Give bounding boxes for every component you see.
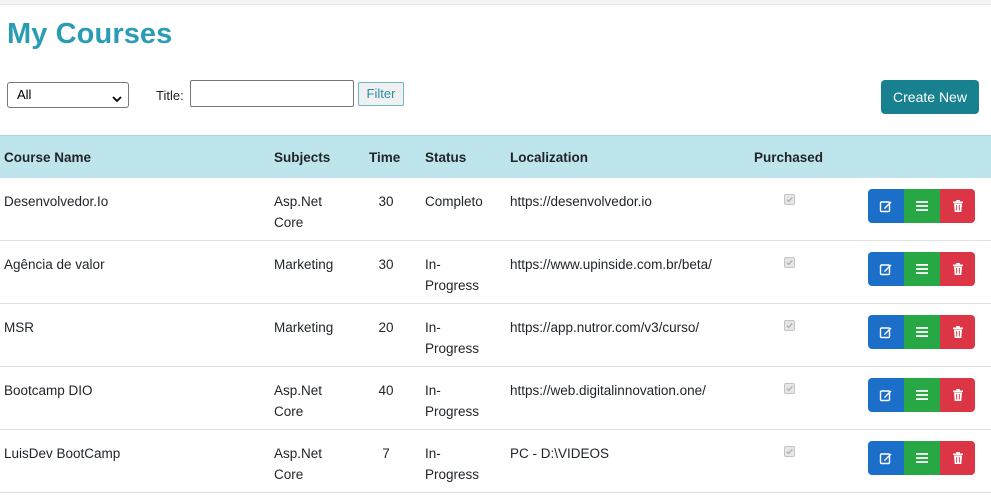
row-actions xyxy=(868,441,975,475)
course-subject: Asp.Net Core xyxy=(274,194,323,230)
edit-icon xyxy=(879,327,892,339)
list-icon xyxy=(916,453,928,463)
course-name: Bootcamp DIO xyxy=(4,383,93,398)
course-subject: Marketing xyxy=(274,320,334,335)
course-subject: Asp.Net Core xyxy=(274,383,323,419)
trash-icon xyxy=(952,326,963,338)
table-body: Desenvolvedor.Io Asp.Net Core 30 Completo… xyxy=(0,178,991,493)
course-status: In- Progress xyxy=(425,257,480,293)
course-localization: https://www.upinside.com.br/beta/ xyxy=(510,257,712,272)
course-localization: https://web.digitalinnovation.one/ xyxy=(510,383,706,398)
table-row: Agência de valor Marketing 30 In- Progres… xyxy=(0,241,991,304)
edit-button[interactable] xyxy=(868,378,904,412)
course-subject: Asp.Net Core xyxy=(274,446,323,482)
edit-button[interactable] xyxy=(868,252,904,286)
edit-icon xyxy=(879,264,892,276)
courses-table: Course Name Subjects Time Status Localiz… xyxy=(0,135,991,493)
course-localization: https://app.nutror.com/v3/curso/ xyxy=(510,320,700,335)
header-status: Status xyxy=(425,150,467,165)
course-time: 20 xyxy=(378,320,394,335)
purchased-checkbox xyxy=(784,446,795,457)
trash-icon xyxy=(952,452,963,464)
header-purchased: Purchased xyxy=(754,150,824,165)
table-row: Bootcamp DIO Asp.Net Core 40 In- Progress … xyxy=(0,367,991,430)
delete-button[interactable] xyxy=(940,441,975,475)
course-time: 30 xyxy=(378,194,394,209)
list-icon xyxy=(916,264,928,274)
course-localization: https://desenvolvedor.io xyxy=(510,194,652,209)
course-status: Completo xyxy=(425,194,483,209)
table-row: Desenvolvedor.Io Asp.Net Core 30 Completo… xyxy=(0,178,991,241)
details-button[interactable] xyxy=(904,252,940,286)
top-border xyxy=(0,0,991,5)
delete-button[interactable] xyxy=(940,378,975,412)
course-name: MSR xyxy=(4,320,34,335)
row-actions xyxy=(868,378,975,412)
table-row: LuisDev BootCamp Asp.Net Core 7 In- Progre… xyxy=(0,430,991,493)
row-actions xyxy=(868,189,975,223)
title-filter-label: Title: xyxy=(156,88,184,103)
course-status: In- Progress xyxy=(425,383,480,419)
course-time: 7 xyxy=(382,446,390,461)
course-time: 30 xyxy=(378,257,394,272)
purchased-checkbox xyxy=(784,194,795,205)
category-select-value: All xyxy=(17,87,32,102)
course-status: In- Progress xyxy=(425,446,480,482)
edit-icon xyxy=(879,453,892,465)
course-name: Desenvolvedor.Io xyxy=(4,194,109,209)
edit-button[interactable] xyxy=(868,315,904,349)
row-actions xyxy=(868,252,975,286)
edit-button[interactable] xyxy=(868,441,904,475)
header-subjects: Subjects xyxy=(274,150,331,165)
delete-button[interactable] xyxy=(940,252,975,286)
table-row: MSR Marketing 20 In- Progress https://app… xyxy=(0,304,991,367)
purchased-checkbox xyxy=(784,320,795,331)
trash-icon xyxy=(952,200,963,212)
filter-button[interactable]: Filter xyxy=(358,82,404,106)
header-localization: Localization xyxy=(510,150,589,165)
category-select[interactable]: All xyxy=(7,82,129,108)
delete-button[interactable] xyxy=(940,315,975,349)
list-icon xyxy=(916,327,928,337)
course-time: 40 xyxy=(378,383,394,398)
trash-icon xyxy=(952,263,963,275)
edit-icon xyxy=(879,390,892,402)
row-actions xyxy=(868,315,975,349)
purchased-checkbox xyxy=(784,257,795,268)
create-new-button[interactable]: Create New xyxy=(881,80,979,114)
details-button[interactable] xyxy=(904,189,940,223)
details-button[interactable] xyxy=(904,315,940,349)
chevron-down-icon xyxy=(111,89,123,103)
details-button[interactable] xyxy=(904,378,940,412)
delete-button[interactable] xyxy=(940,189,975,223)
purchased-checkbox xyxy=(784,383,795,394)
edit-icon xyxy=(879,201,892,213)
trash-icon xyxy=(952,389,963,401)
list-icon xyxy=(916,390,928,400)
course-name: Agência de valor xyxy=(4,257,105,272)
course-status: In- Progress xyxy=(425,320,480,356)
details-button[interactable] xyxy=(904,441,940,475)
course-subject: Marketing xyxy=(274,257,334,272)
header-time: Time xyxy=(369,150,401,165)
page-title: My Courses xyxy=(7,18,173,50)
course-localization: PC - D:\VIDEOS xyxy=(510,446,610,461)
header-course-name: Course Name xyxy=(4,150,92,165)
title-filter-input[interactable] xyxy=(190,80,354,107)
table-header: Course Name Subjects Time Status Localiz… xyxy=(0,135,991,178)
list-icon xyxy=(916,201,928,211)
edit-button[interactable] xyxy=(868,189,904,223)
course-name: LuisDev BootCamp xyxy=(4,446,121,461)
